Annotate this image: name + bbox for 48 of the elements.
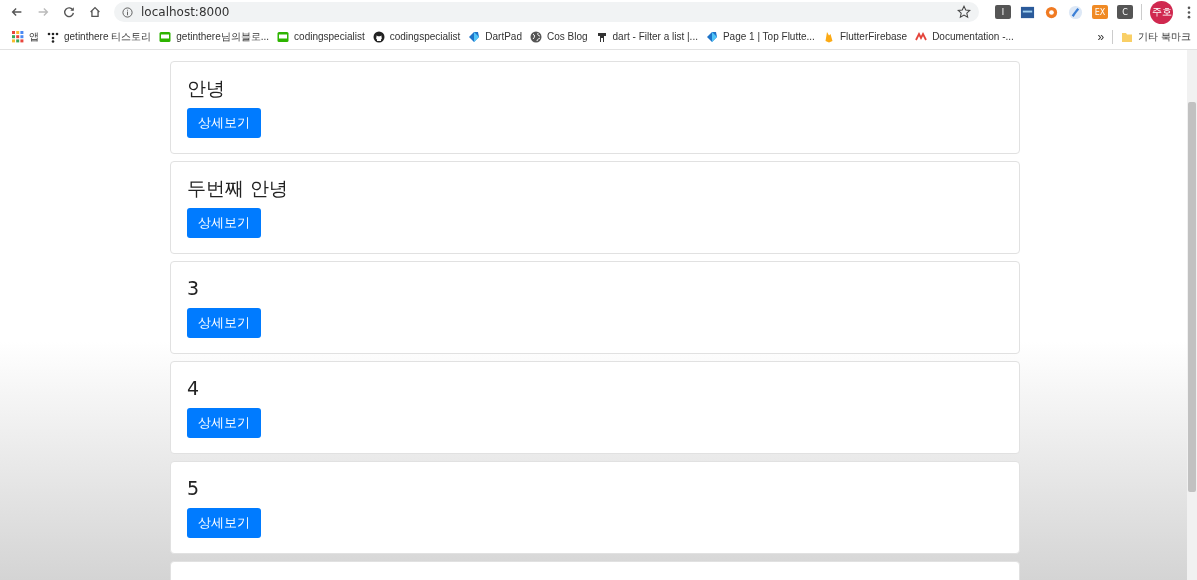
menu-icon[interactable] (1187, 5, 1191, 19)
detail-button[interactable]: 상세보기 (187, 408, 261, 438)
detail-button[interactable]: 상세보기 (187, 508, 261, 538)
bookmark-link[interactable]: Page 1 | Top Flutte... (705, 30, 815, 43)
bookmark-link[interactable]: Documentation -... (915, 30, 1014, 43)
post-title: 5 (187, 476, 200, 500)
bookmark-link[interactable]: codingspecialist (277, 30, 365, 43)
bookmark-folder[interactable]: 기타 북마크 (1121, 29, 1191, 44)
info-icon (122, 6, 133, 18)
bookmark-link[interactable]: getinthere님의블로... (159, 29, 270, 44)
bookmark-link[interactable]: getinthere 티스토리 (47, 29, 152, 44)
letter-m-logo-icon (915, 30, 928, 43)
star-icon[interactable] (957, 5, 971, 19)
extension-icon[interactable] (1020, 4, 1035, 20)
home-icon[interactable] (88, 5, 102, 19)
post-title: 두번째 안녕 (187, 176, 289, 200)
globe-icon (530, 30, 542, 43)
blog-logo-icon (159, 30, 172, 43)
detail-button[interactable]: 상세보기 (187, 108, 261, 138)
folder-icon (1121, 30, 1134, 43)
address-bar[interactable]: localhost:8000 (114, 2, 979, 22)
bookmark-link[interactable]: Cos Blog (530, 30, 588, 43)
figure-icon (595, 30, 608, 43)
bookmark-link[interactable]: dart - Filter a list |... (595, 30, 698, 43)
extension-icon[interactable]: C (1117, 5, 1133, 19)
scrollbar-thumb[interactable] (1188, 102, 1196, 492)
dart-logo-icon (705, 30, 718, 43)
bookmark-link[interactable]: FlutterFirebase (822, 30, 908, 43)
github-logo-icon (372, 30, 385, 43)
bookmark-link[interactable]: 앱 (12, 29, 39, 44)
detail-button[interactable]: 상세보기 (187, 208, 261, 238)
post-title: 3 (187, 276, 200, 300)
post-title: 4 (187, 376, 200, 400)
back-icon[interactable] (10, 5, 24, 19)
scrollbar[interactable] (1187, 50, 1197, 580)
dart-logo-icon (468, 30, 481, 43)
blog-logo-icon (277, 30, 290, 43)
bookmark-link[interactable]: codingspecialist (372, 30, 461, 43)
more-bookmarks-button[interactable]: » (1097, 29, 1105, 44)
dots-logo-icon (47, 30, 59, 43)
extension-icon[interactable]: I (995, 5, 1011, 19)
detail-button[interactable]: 상세보기 (187, 308, 261, 338)
reload-icon[interactable] (62, 5, 76, 19)
profile-avatar[interactable]: 주호 (1150, 0, 1173, 24)
post-title: 안녕 (187, 76, 225, 100)
extension-icon[interactable] (1068, 4, 1083, 20)
bookmark-link[interactable]: DartPad (468, 30, 522, 43)
apps-grid-icon (12, 30, 24, 43)
